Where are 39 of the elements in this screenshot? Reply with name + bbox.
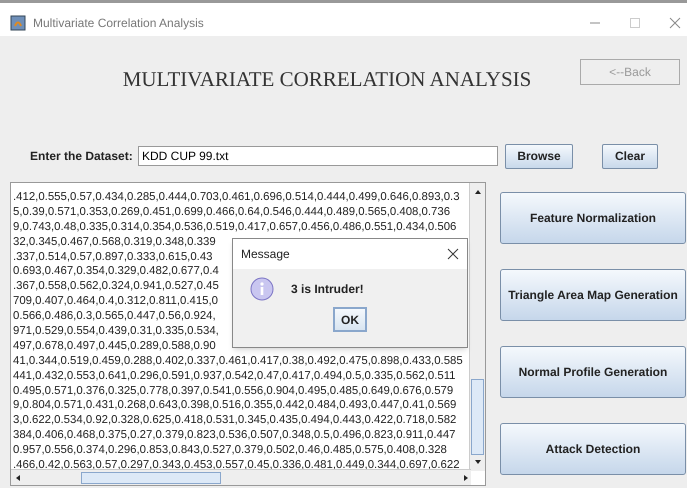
data-line: 0.693,0.467,0.354,0.329,0.482,0.677,0.4 bbox=[13, 264, 219, 280]
info-icon bbox=[250, 277, 274, 301]
dialog-title: Message bbox=[241, 246, 290, 263]
window-title: Multivariate Correlation Analysis bbox=[33, 14, 204, 32]
data-line: 41,0.344,0.519,0.459,0.288,0.402,0.337,0.461,0.417,0.38,0.492,0.475,0.898,0.433,0.585 bbox=[13, 354, 463, 369]
ok-button[interactable]: OK bbox=[333, 307, 367, 332]
dialog-message: 3 is Intruder! bbox=[291, 281, 364, 298]
data-line: 441,0.432,0.553,0.641,0.296,0.591,0.937,0.542,0.47,0.417,0.494,0.5,0.335,0.562,0.511 bbox=[13, 368, 456, 384]
data-line: .412,0.555,0.57,0.434,0.285,0.444,0.703,0.461,0.696,0.514,0.444,0.499,0.646,0.893,0.3 bbox=[13, 190, 460, 205]
action-button[interactable]: Normal Profile Generation bbox=[500, 346, 686, 398]
data-line: 0.957,0.556,0.374,0.296,0.853,0.843,0.527,0.379,0.502,0.46,0.485,0.575,0.408,0.328 bbox=[13, 443, 447, 458]
app-heading: MULTIVARIATE CORRELATION ANALYSIS bbox=[122, 66, 532, 93]
data-line: 9,0.743,0.48,0.335,0.314,0.354,0.536,0.519,0.417,0.657,0.456,0.486,0.551,0.434,0.506 bbox=[13, 220, 456, 235]
data-line: .337,0.514,0.57,0.897,0.333,0.615,0.43 bbox=[13, 250, 213, 264]
action-button[interactable]: Feature Normalization bbox=[500, 192, 686, 244]
data-line: 0.566,0.486,0.3,0.565,0.447,0.56,0.924, bbox=[13, 309, 216, 324]
scroll-thumb[interactable] bbox=[471, 379, 484, 455]
horizontal-scrollbar[interactable] bbox=[11, 469, 471, 485]
scroll-thumb[interactable] bbox=[81, 472, 221, 484]
data-line: 384,0.406,0.468,0.375,0.27,0.379,0.823,0.536,0.507,0.348,0.5,0.496,0.823,0.911,0.447 bbox=[13, 428, 456, 444]
data-line: 0.495,0.571,0.376,0.325,0.778,0.397,0.541,0.556,0.904,0.495,0.485,0.649,0.676,0.579 bbox=[13, 384, 454, 398]
action-button[interactable]: Attack Detection bbox=[500, 423, 686, 475]
clear-button[interactable]: Clear bbox=[602, 144, 658, 168]
data-line: 9,0.804,0.571,0.431,0.268,0.643,0.398,0.516,0.355,0.442,0.484,0.493,0.447,0.41,0.569 bbox=[13, 398, 456, 414]
vertical-scrollbar[interactable] bbox=[469, 183, 485, 471]
dataset-field[interactable]: KDD CUP 99.txt bbox=[138, 146, 498, 166]
data-line: 3,0.622,0.534,0.92,0.328,0.625,0.418,0.531,0.345,0.435,0.494,0.443,0.422,0.718,0.582 bbox=[13, 413, 456, 428]
data-line: 5,0.39,0.571,0.353,0.269,0.451,0.699,0.466,0.64,0.546,0.444,0.489,0.565,0.408,0.736 bbox=[13, 204, 450, 220]
browse-button[interactable]: Browse bbox=[505, 144, 573, 168]
action-button[interactable]: Triangle Area Map Generation bbox=[500, 269, 686, 321]
data-line: 709,0.407,0.464,0.4,0.312,0.811,0.415,0 bbox=[13, 294, 218, 310]
dataset-label: Enter the Dataset: bbox=[30, 148, 134, 165]
data-line: .367,0.558,0.562,0.324,0.941,0.527,0.45 bbox=[13, 279, 219, 294]
data-line: .466,0.42,0.563,0.57,0.297,0.343,0.453,0.557,0.45,0.336,0.481,0.449,0.344,0.697,0.622 bbox=[13, 458, 460, 473]
data-line: 971,0.529,0.554,0.439,0.31,0.335,0.534, bbox=[13, 324, 219, 339]
close-icon[interactable] bbox=[447, 248, 459, 260]
data-line: 32,0.345,0.467,0.568,0.319,0.348,0.339 bbox=[13, 234, 216, 250]
data-line: 497,0.678,0.497,0.445,0.289,0.588,0.90 bbox=[13, 338, 216, 354]
app-icon bbox=[10, 14, 26, 30]
